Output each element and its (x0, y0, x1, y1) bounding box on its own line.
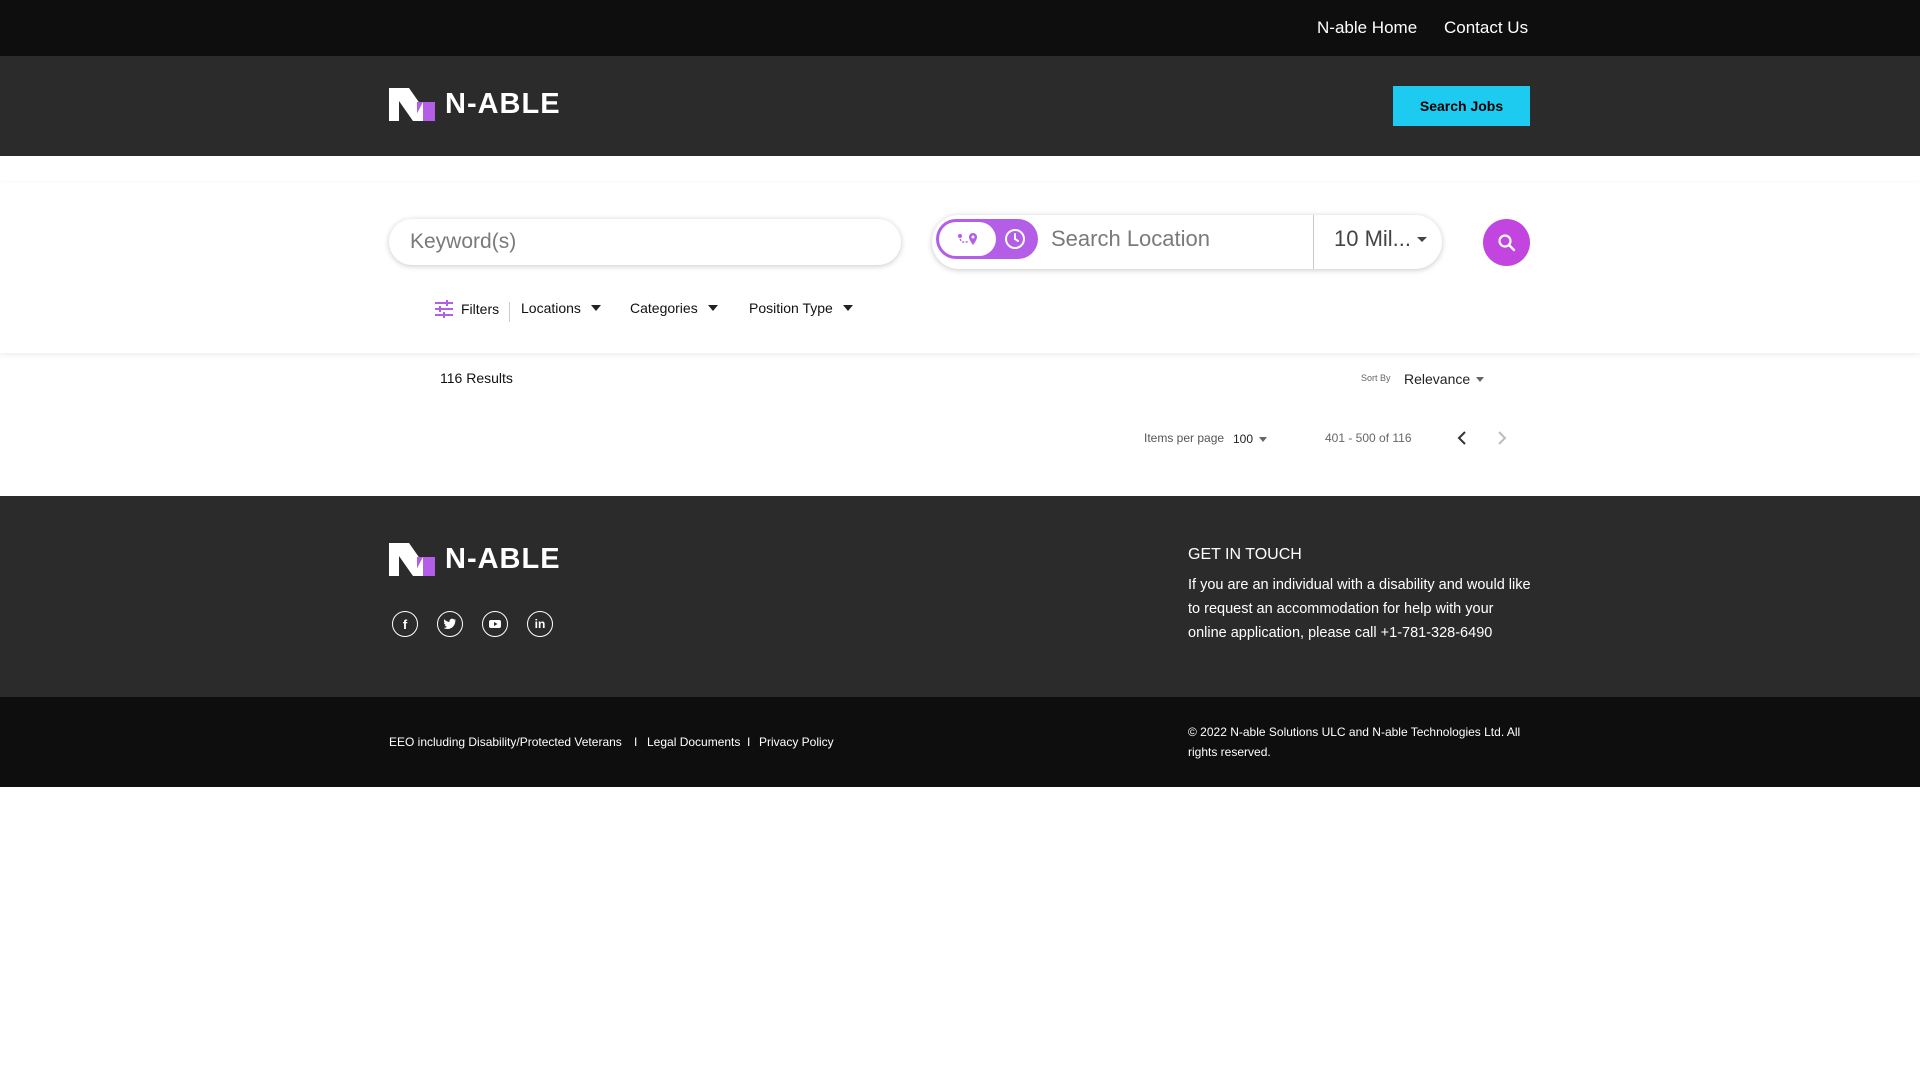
filters-button[interactable]: Filters (434, 300, 499, 318)
header-logo[interactable]: N-ABLE (389, 88, 561, 121)
next-page-button[interactable] (1492, 428, 1512, 448)
location-divider (1313, 215, 1314, 269)
position-type-label: Position Type (749, 300, 833, 316)
chevron-down-icon (1476, 376, 1485, 382)
previous-page-button[interactable] (1452, 428, 1472, 448)
categories-label: Categories (630, 300, 698, 316)
items-per-page-select[interactable]: 100 (1233, 432, 1268, 446)
search-jobs-button[interactable]: Search Jobs (1393, 86, 1530, 126)
link-separator: I (747, 735, 751, 749)
nable-home-link[interactable]: N-able Home (1317, 18, 1417, 38)
locations-dropdown[interactable]: Locations (521, 300, 601, 316)
bottom-bar (0, 697, 1920, 787)
contact-us-link[interactable]: Contact Us (1444, 18, 1528, 38)
get-in-touch-title: GET IN TOUCH (1188, 546, 1302, 563)
items-per-page-value: 100 (1233, 432, 1254, 446)
chevron-down-icon (1417, 236, 1428, 242)
chevron-right-icon (1498, 431, 1507, 445)
sort-select[interactable]: Relevance (1404, 371, 1485, 387)
filters-label: Filters (461, 301, 500, 317)
nable-logo-mark-icon (389, 88, 435, 121)
eeo-link[interactable]: EEO including Disability/Protected Veter… (389, 735, 622, 749)
get-in-touch-text: If you are an individual with a disabili… (1188, 577, 1531, 641)
chevron-left-icon (1457, 431, 1466, 445)
link-separator: I (634, 735, 638, 749)
facebook-icon[interactable]: f (392, 611, 418, 637)
caret-down-icon (707, 305, 718, 311)
items-per-page-label: Items per page (1144, 431, 1225, 445)
youtube-icon[interactable] (482, 611, 508, 637)
caret-down-icon (590, 305, 601, 311)
location-input[interactable]: Search Location (1051, 226, 1210, 252)
categories-dropdown[interactable]: Categories (630, 300, 718, 316)
twitter-icon[interactable] (437, 611, 463, 637)
logo-text: N-ABLE (445, 88, 561, 120)
position-type-dropdown[interactable]: Position Type (749, 300, 853, 316)
caret-down-icon (842, 305, 853, 311)
sort-by-label: Sort By (1361, 373, 1391, 383)
keyword-input[interactable]: Keyword(s) (389, 219, 901, 265)
locations-label: Locations (521, 300, 581, 316)
sliders-icon (435, 300, 453, 318)
footer-logo[interactable]: N-ABLE (389, 543, 561, 576)
sort-value: Relevance (1404, 371, 1471, 387)
footer (0, 496, 1920, 697)
map-pin-route-icon[interactable] (939, 222, 996, 256)
privacy-policy-link[interactable]: Privacy Policy (759, 735, 834, 749)
search-icon (1497, 233, 1515, 251)
radius-select[interactable]: 10 Mil... (1334, 226, 1428, 252)
search-button[interactable] (1483, 219, 1530, 266)
clock-icon[interactable] (1003, 227, 1027, 251)
radius-value: 10 Mil... (1334, 226, 1412, 251)
legal-documents-link[interactable]: Legal Documents (647, 735, 740, 749)
top-nav-bar (0, 0, 1920, 56)
results-count: 116 Results (440, 370, 513, 386)
nable-logo-mark-icon (389, 543, 435, 576)
logo-text: N-ABLE (445, 543, 561, 575)
chevron-down-icon (1259, 436, 1268, 442)
copyright-text: © 2022 N-able Solutions ULC and N-able T… (1188, 725, 1521, 759)
linkedin-icon[interactable]: in (527, 611, 553, 637)
filter-divider (509, 302, 510, 322)
site-header (0, 56, 1920, 156)
pagination-range: 401 - 500 of 116 (1325, 431, 1412, 445)
